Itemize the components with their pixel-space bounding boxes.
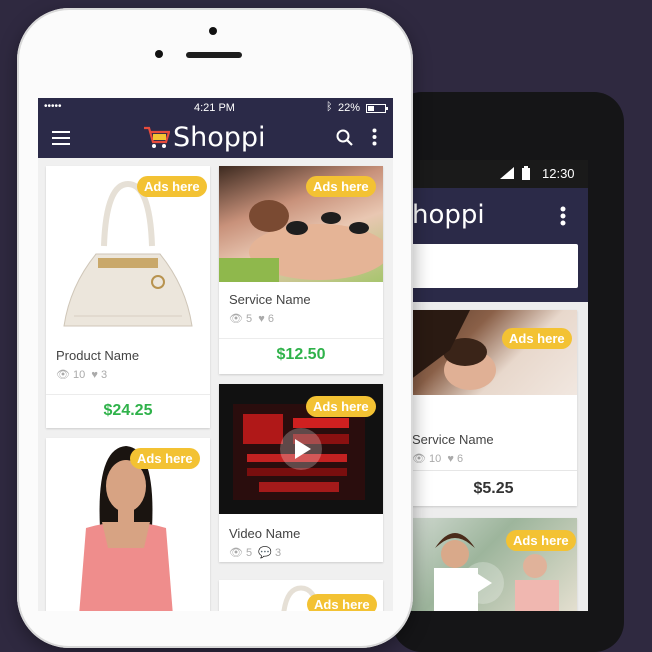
product-card[interactable]: Ads here Product Name 👁 10 ♥ 3 $24.25 xyxy=(46,166,210,428)
app-title: Shoppi xyxy=(173,122,266,153)
iphone-status-bar: ••••• 4:21 PM ᛒ 22% xyxy=(38,98,393,118)
camera-icon xyxy=(209,27,217,35)
search-icon[interactable] xyxy=(336,129,354,152)
sensor xyxy=(155,50,163,58)
ads-badge[interactable]: Ads here xyxy=(502,328,572,349)
card-price: $5.25 xyxy=(473,480,514,497)
ads-badge[interactable]: Ads here xyxy=(306,396,376,417)
android-app-bar: hoppi xyxy=(402,188,588,244)
card-name: Service Name xyxy=(229,292,311,307)
iphone-screen: ••••• 4:21 PM ᛒ 22% Shoppi Ads here Prod… xyxy=(38,98,393,611)
card-stats: 👁 10 ♥ 6 xyxy=(412,453,464,465)
fashion-card[interactable]: Ads here xyxy=(46,438,210,611)
android-status-bar: 12:30 xyxy=(402,160,588,188)
comment-icon: 💬 xyxy=(258,547,272,559)
more-icon[interactable] xyxy=(560,206,566,231)
android-screen: 12:30 hoppi Ads here Service Name 👁 10 ♥… xyxy=(402,160,588,611)
heart-icon: ♥ xyxy=(447,453,454,465)
ads-badge[interactable]: Ads here xyxy=(137,176,207,197)
play-button[interactable] xyxy=(462,562,504,604)
battery-percent: 22% xyxy=(338,102,361,114)
cart-icon xyxy=(142,124,171,155)
ads-badge[interactable]: Ads here xyxy=(306,176,376,197)
speaker xyxy=(186,52,242,58)
android-search-area xyxy=(402,244,588,302)
divider xyxy=(46,394,210,395)
video-card[interactable]: Ads here Video Name 👁 5 💬 3 xyxy=(219,384,383,562)
divider xyxy=(219,338,383,339)
ads-badge[interactable]: Ads here xyxy=(307,594,377,611)
card-name: Product Name xyxy=(56,348,140,363)
iphone-time: 4:21 PM xyxy=(194,102,235,114)
battery-icon xyxy=(522,166,530,183)
play-button[interactable] xyxy=(280,428,322,470)
ads-badge[interactable]: Ads here xyxy=(130,448,200,469)
card-stats: 👁 5 💬 3 xyxy=(229,547,282,559)
eye-icon: 👁 xyxy=(229,547,243,559)
search-input[interactable] xyxy=(402,244,578,288)
battery-icon xyxy=(366,104,388,116)
card-name: Video Name xyxy=(229,526,301,541)
eye-icon: 👁 xyxy=(412,453,426,465)
service-card[interactable]: Ads here Service Name 👁 5 ♥ 6 $12.50 xyxy=(219,166,383,374)
bluetooth-icon: ᛒ xyxy=(326,101,333,113)
signal-icon xyxy=(500,167,514,182)
ads-badge[interactable]: Ads here xyxy=(506,530,576,551)
iphone-app-bar: Shoppi xyxy=(38,118,393,158)
card-stats: 👁 5 ♥ 6 xyxy=(229,313,274,325)
card-price: $12.50 xyxy=(276,346,326,363)
android-card-service[interactable]: Ads here Service Name 👁 10 ♥ 6 $5.25 xyxy=(410,310,577,506)
card-price: $24.25 xyxy=(103,402,153,419)
more-icon[interactable] xyxy=(372,128,377,151)
divider xyxy=(410,470,577,471)
android-time: 12:30 xyxy=(542,166,575,181)
heart-icon: ♥ xyxy=(258,313,265,325)
eye-icon: 👁 xyxy=(229,313,243,325)
menu-icon[interactable] xyxy=(52,130,70,151)
heart-icon: ♥ xyxy=(91,369,98,381)
eye-icon: 👁 xyxy=(56,369,70,381)
android-app-title: hoppi xyxy=(412,200,485,230)
product-card-partial[interactable]: Ads here xyxy=(219,580,383,611)
android-card-video[interactable]: Ads here xyxy=(410,518,577,611)
card-stats: 👁 10 ♥ 3 xyxy=(56,369,108,381)
carrier-dots: ••••• xyxy=(44,101,62,112)
card-name: Service Name xyxy=(412,432,494,447)
